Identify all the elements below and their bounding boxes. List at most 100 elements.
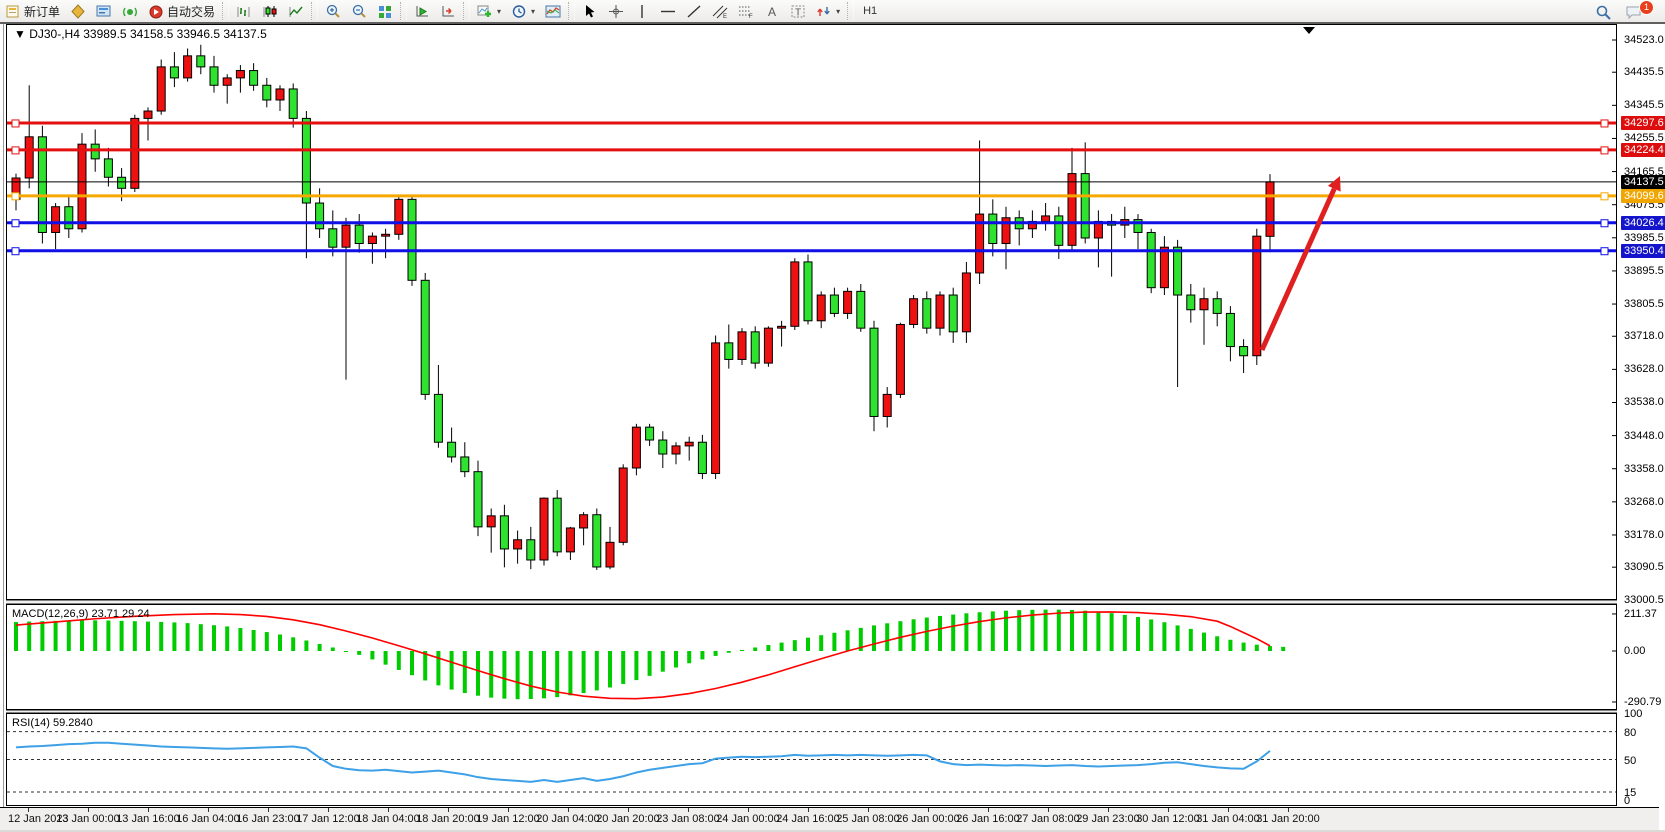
gold-chart-button[interactable] [65,0,91,22]
macd-panel-border [7,605,1617,710]
zoom-in-button[interactable] [320,0,346,22]
time-axis-label: 30 Jan 12:00 [1136,813,1200,825]
candle [936,295,944,328]
metatrader-window: 新订单 自动交易 ▾ ▾ E F A T ▾ M1 [0,0,1665,832]
autotrading-button[interactable]: 自动交易 [143,0,220,22]
fibonacci-tool-button[interactable]: F [733,0,759,22]
candle [698,442,706,473]
price-badge: 34099.6 [1621,189,1665,203]
time-tick [28,808,29,812]
vertical-line-tool-button[interactable] [629,0,655,22]
time-axis-label: 31 Jan 20:00 [1256,813,1320,825]
chart-shift-button[interactable] [435,0,461,22]
time-axis-label: 27 Jan 08:00 [1016,813,1080,825]
arrows-tool-button[interactable]: ▾ [811,0,845,22]
cursor-tool-button[interactable] [577,0,603,22]
market-watch-button[interactable] [91,0,117,22]
time-tick [748,808,749,812]
main-chart-canvas[interactable]: ▼ DJ30-,H4 33989.5 34158.5 33946.5 34137… [6,24,1617,600]
candle [962,273,970,332]
candle [1068,174,1076,246]
line-handle [1601,220,1608,227]
candle [355,225,363,243]
search-icon[interactable] [1595,4,1611,19]
candle [619,468,627,542]
price-tick-label: 33895.5 [1624,265,1664,277]
text-tool-button[interactable]: A [759,0,785,22]
price-tick-label: 33718.0 [1624,330,1664,342]
horizontal-line-objects[interactable] [6,120,1617,255]
candle [817,295,825,321]
line-handle [12,147,19,154]
price-tick-label: 33178.0 [1624,529,1664,541]
chart-shift-marker [1303,27,1315,34]
macd-axis-label: -290.79 [1624,696,1661,708]
rsi-indicator-canvas[interactable]: RSI(14) 59.2840 [6,713,1617,806]
line-handle [1601,120,1608,127]
candle [1081,174,1089,238]
bar-chart-button[interactable] [231,0,257,22]
price-badge: 33950.4 [1621,244,1665,258]
text-label-tool-button[interactable]: T [785,0,811,22]
macd-indicator-canvas[interactable]: MACD(12,26,9) 23.71 29.24 [6,604,1617,710]
price-axis[interactable]: 34523.034435.534345.534255.534165.534075… [1617,24,1665,832]
svg-text:F: F [749,14,753,19]
candle [263,85,271,100]
time-tick [1108,808,1109,812]
tile-windows-button[interactable] [372,0,398,22]
candle [434,394,442,442]
candle [197,56,205,67]
candle [712,343,720,474]
candle [276,89,284,100]
timeframe-H1[interactable]: H1 [856,0,891,22]
periods-button[interactable]: ▾ [506,0,540,22]
fibonacci-icon: F [738,4,754,19]
time-axis-label: 29 Jan 23:00 [1076,813,1140,825]
zoom-in-icon [325,4,341,19]
tile-windows-icon [377,4,393,19]
svg-text:A: A [768,5,776,19]
candle [672,446,680,454]
candle [210,67,218,85]
text-icon: A [764,4,780,19]
chat-notifications-icon[interactable]: 1 [1625,4,1647,19]
auto-scroll-button[interactable] [409,0,435,22]
candle [566,528,574,552]
candle [989,214,997,243]
time-tick [148,808,149,812]
candlestick-chart-button[interactable] [257,0,283,22]
line-handle [12,120,19,127]
price-tick-label: 33000.5 [1624,594,1664,606]
indicators-button[interactable]: ▾ [472,0,506,22]
candle [1174,247,1182,295]
time-tick [268,808,269,812]
gold-chart-icon [70,4,86,19]
toolbar-separator [463,2,470,20]
time-tick [988,808,989,812]
time-tick [508,808,509,812]
templates-icon [545,4,561,19]
equidistant-channel-tool-button[interactable]: E [707,0,733,22]
candle [830,295,838,313]
toolbar-separator [847,2,854,20]
new-order-button[interactable]: 新订单 [0,0,65,22]
horizontal-line-tool-button[interactable] [655,0,681,22]
candle [791,262,799,326]
zoom-out-button[interactable] [346,0,372,22]
svg-text:T: T [795,7,801,18]
templates-button[interactable] [540,0,566,22]
time-axis[interactable]: 12 Jan 202313 Jan 00:0013 Jan 16:0016 Ja… [0,807,1659,832]
trend-line-tool-button[interactable] [681,0,707,22]
chart-shift-icon [440,4,456,19]
signals-button[interactable] [117,0,143,22]
candle [461,457,469,472]
time-axis-label: 23 Jan 08:00 [656,813,720,825]
price-tick-label: 33538.0 [1624,396,1664,408]
time-tick [208,808,209,812]
rsi-label: RSI(14) 59.2840 [12,717,93,729]
svg-text:E: E [723,14,727,19]
horizontal-line-icon [660,4,676,19]
crosshair-tool-button[interactable] [603,0,629,22]
line-handle [12,220,19,227]
line-chart-button[interactable] [283,0,309,22]
